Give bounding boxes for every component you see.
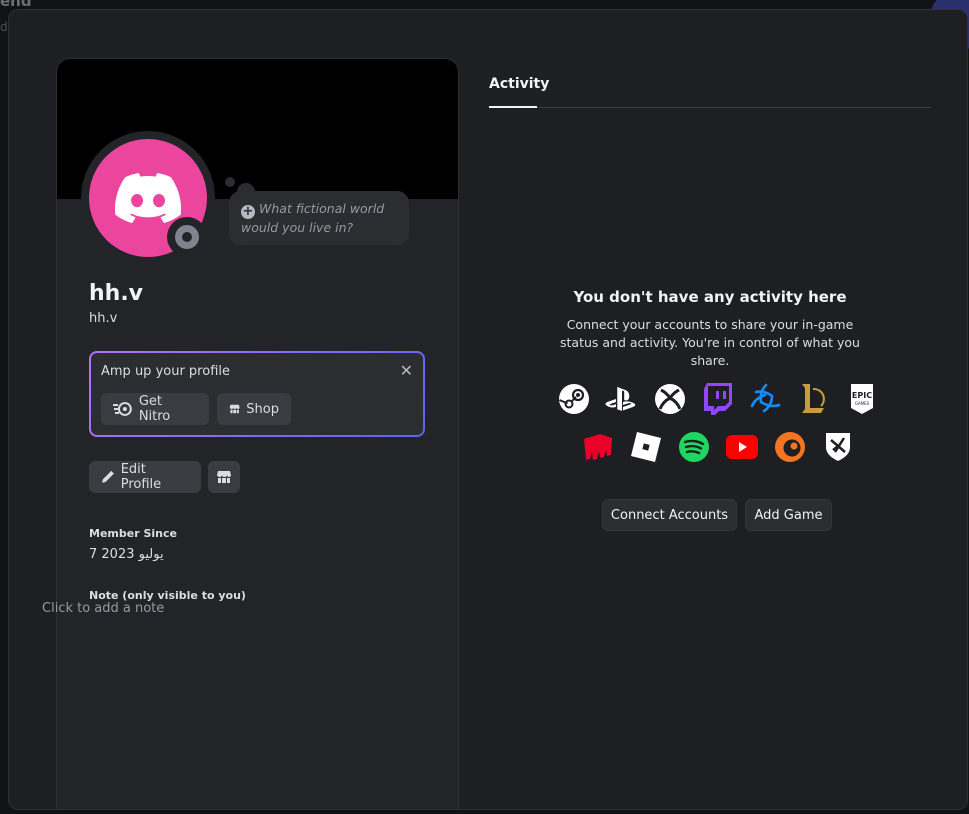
note-input[interactable]: Click to add a note xyxy=(42,601,164,616)
member-since-label: Member Since xyxy=(89,527,177,540)
member-since-value: 7 يوليو 2023 xyxy=(89,547,164,562)
shop-icon xyxy=(229,404,240,414)
roblox-icon[interactable] xyxy=(629,430,663,464)
tab-activity[interactable]: Activity xyxy=(489,76,549,92)
steam-icon[interactable] xyxy=(557,382,591,416)
services-row-1: EPIC GAMES xyxy=(557,382,879,416)
shop-label: Shop xyxy=(246,401,279,417)
get-nitro-label: Get Nitro xyxy=(138,394,171,424)
get-nitro-button[interactable]: Get Nitro xyxy=(101,393,209,425)
profile-modal: + What fictional world would you live in?… xyxy=(8,9,968,810)
close-icon[interactable]: ✕ xyxy=(400,361,413,380)
bungie-icon[interactable] xyxy=(821,430,855,464)
nitro-icon xyxy=(113,402,132,416)
background-peek-text-2: d xyxy=(0,20,8,34)
profile-card: + What fictional world would you live in?… xyxy=(56,58,459,809)
svg-text:GAMES: GAMES xyxy=(855,401,870,406)
shop-icon xyxy=(217,471,231,483)
spotify-icon[interactable] xyxy=(677,430,711,464)
battlenet-icon[interactable] xyxy=(749,382,783,416)
status-indicator xyxy=(167,217,207,257)
edit-profile-button[interactable]: Edit Profile xyxy=(89,461,201,493)
epic-games-icon[interactable]: EPIC GAMES xyxy=(845,382,879,416)
riot-games-icon[interactable] xyxy=(581,430,615,464)
tab-divider xyxy=(489,107,931,108)
shop-button[interactable]: Shop xyxy=(217,393,291,425)
edit-profile-label: Edit Profile xyxy=(120,462,162,492)
youtube-icon[interactable] xyxy=(725,430,759,464)
username: hh.v xyxy=(89,311,118,326)
playstation-icon[interactable] xyxy=(605,382,639,416)
display-name: hh.v xyxy=(89,281,144,306)
custom-status-prompt: What fictional world would you live in? xyxy=(241,201,385,235)
connect-accounts-button[interactable]: Connect Accounts xyxy=(602,499,737,531)
empty-activity-description: Connect your accounts to share your in-g… xyxy=(560,317,860,368)
twitch-icon[interactable] xyxy=(701,382,735,416)
svg-text:EPIC: EPIC xyxy=(852,391,872,400)
add-status-icon: + xyxy=(241,204,255,219)
offline-status-icon xyxy=(175,225,199,249)
thought-bubble-dot-small xyxy=(225,177,235,187)
custom-status-bubble[interactable]: + What fictional world would you live in? xyxy=(229,191,409,245)
services-row-2 xyxy=(581,430,855,464)
empty-activity-title: You don't have any activity here xyxy=(573,288,847,306)
pencil-icon xyxy=(102,470,114,483)
league-of-legends-icon[interactable] xyxy=(797,382,831,416)
nitro-promo-title: Amp up your profile xyxy=(101,364,230,379)
xbox-icon[interactable] xyxy=(653,382,687,416)
add-game-button[interactable]: Add Game xyxy=(745,499,832,531)
nitro-promo-box: Amp up your profile ✕ Get Nitro Shop xyxy=(89,351,425,437)
profile-shop-button[interactable] xyxy=(208,461,240,493)
tab-active-indicator xyxy=(489,106,537,108)
crunchyroll-icon[interactable] xyxy=(773,430,807,464)
discord-logo-icon xyxy=(115,173,181,223)
avatar-ring xyxy=(81,131,215,265)
